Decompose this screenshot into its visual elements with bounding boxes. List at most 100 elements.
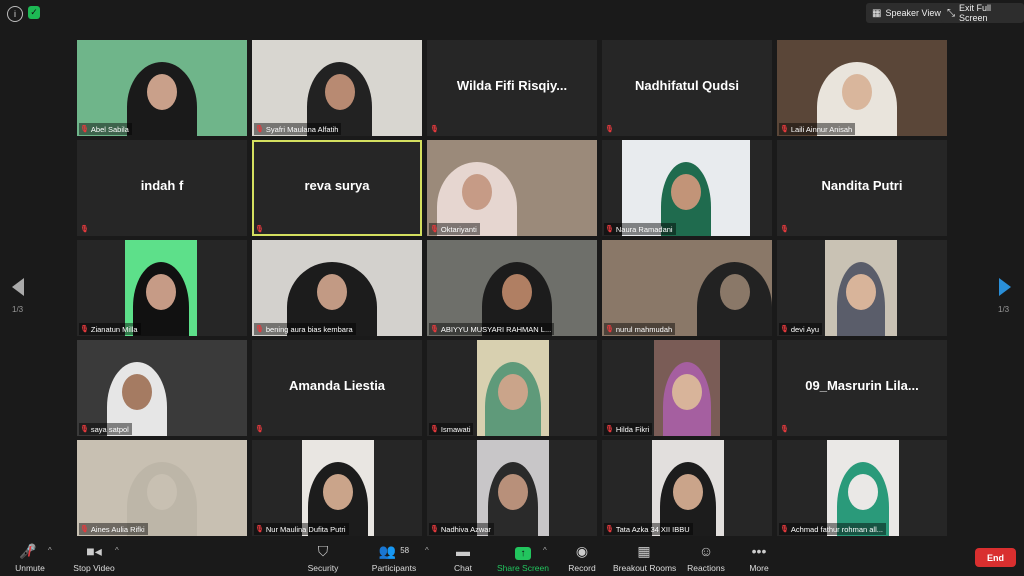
participant-tile[interactable]: 🎙︎ Zianatun Milla [77,240,247,336]
breakout-rooms-label: Breakout Rooms [613,563,677,573]
participant-name: Ismawati [440,424,471,434]
participant-tile[interactable]: 🎙︎ Nur Maulina Dufita Putri [252,440,422,536]
share-options-caret-icon[interactable]: ^ [543,546,547,555]
participant-tile[interactable]: 🎙︎ devi Ayu [777,240,947,336]
security-button[interactable]: ⛉ Security [303,542,343,573]
participant-name-label: 🎙︎ [79,223,92,235]
end-meeting-button[interactable]: End [975,548,1016,567]
participant-display-name: Wilda Fifi Risqiy... [456,78,568,93]
participant-face [462,174,492,210]
chat-label: Chat [454,563,472,573]
next-page-arrow-icon[interactable] [999,278,1011,296]
participant-tile[interactable]: 🎙︎ Laili Ainnur Anisah [777,40,947,136]
participants-button[interactable]: 👥 58 Participants [368,542,420,573]
participant-name-label: 🎙︎ bening aura bias kembara [254,323,356,335]
unmute-button[interactable]: 🎤/ Unmute [10,542,50,573]
muted-microphone-icon: 🎙︎ [80,526,89,533]
participant-name-label: 🎙︎ Ismawati [429,423,474,435]
participant-name: Naura Ramadani [615,224,673,234]
participant-tile[interactable]: 🎙︎ ABIYYU MUSYARI RAHMAN L... [427,240,597,336]
participants-label: Participants [371,563,417,573]
participant-tile[interactable]: 🎙︎ Hilda Fikri [602,340,772,436]
speaker-view-button[interactable]: ▦ Speaker View [866,3,947,23]
participant-tile[interactable]: 🎙︎ Aines Aulia Rifki [77,440,247,536]
participant-display-name: Amanda Liestia [288,378,386,393]
page-indicator-left: 1/3 [12,305,24,314]
muted-microphone-icon: 🎙︎ [430,226,439,233]
participant-name: ABIYYU MUSYARI RAHMAN L... [440,324,552,334]
participant-tile[interactable]: 🎙︎ Ismawati [427,340,597,436]
participant-face [147,474,177,510]
participant-video [777,40,947,136]
info-icon[interactable]: i [7,6,23,22]
audio-options-caret-icon[interactable]: ^ [48,546,52,555]
participant-tile[interactable]: reva surya 🎙︎ [252,140,422,236]
breakout-rooms-button[interactable]: ▦ Breakout Rooms [613,542,677,573]
reactions-button[interactable]: ☺ Reactions [686,542,726,573]
participant-name-label: 🎙︎ [254,223,267,235]
more-button[interactable]: ••• More [744,542,774,573]
participant-display-name: indah f [140,178,184,193]
participant-tile[interactable]: Amanda Liestia 🎙︎ [252,340,422,436]
participant-name: bening aura bias kembara [265,324,353,334]
security-shield-icon: ⛉ [317,543,329,559]
muted-microphone-icon: 🎙︎ [430,326,439,333]
stop-video-button[interactable]: ■◂ Stop Video [70,542,118,573]
participant-tile[interactable]: Wilda Fifi Risqiy... 🎙︎ [427,40,597,136]
muted-microphone-icon: 🎙︎ [605,126,614,133]
muted-microphone-icon: 🎙︎ [430,426,439,433]
exit-full-screen-label: Exit Full Screen [959,3,992,23]
muted-microphone-icon: 🎙︎ [255,526,264,533]
previous-page-arrow-icon[interactable] [12,278,24,296]
participant-video [827,440,899,536]
participant-face [846,274,876,310]
participant-tile[interactable]: 🎙︎ nurul mahmudah [602,240,772,336]
participant-name: Aines Aulia Rifki [90,524,145,534]
participant-tile[interactable]: 🎙︎ Nadhiva Azwar [427,440,597,536]
page-indicator-right: 1/3 [998,305,1010,314]
participant-face [122,374,152,410]
participant-name: saya satpol [90,424,129,434]
participant-tile[interactable]: 🎙︎ bening aura bias kembara [252,240,422,336]
muted-microphone-icon: 🎙︎ [80,126,89,133]
participant-tile[interactable]: 09_Masrurin Lila... 🎙︎ [777,340,947,436]
participant-name-label: 🎙︎ Tata Azka 34 XII IBBU [604,523,693,535]
muted-microphone-icon: 🎙︎ [255,326,264,333]
participant-tile[interactable]: 🎙︎ Oktariyanti [427,140,597,236]
participant-face [317,274,347,310]
encryption-shield-icon[interactable]: ✓ [28,6,40,19]
participant-tile[interactable]: 🎙︎ Naura Ramadani [602,140,772,236]
participant-face [848,474,878,510]
participant-name: Hilda Fikri [615,424,650,434]
participant-name: devi Ayu [790,324,820,334]
participant-tile[interactable]: 🎙︎ Tata Azka 34 XII IBBU [602,440,772,536]
participant-video [622,140,750,236]
participant-name: Laili Ainnur Anisah [790,124,853,134]
participant-tile[interactable]: Nandita Putri 🎙︎ [777,140,947,236]
video-options-caret-icon[interactable]: ^ [115,546,119,555]
gallery-grid: 🎙︎ Abel Sabila 🎙︎ Syafri Maulana Alfatih Wil… [77,40,948,536]
muted-microphone-icon: 🎙︎ [80,326,89,333]
participant-tile[interactable]: 🎙︎ Achmad fathur rohman all... [777,440,947,536]
participant-tile[interactable]: 🎙︎ Abel Sabila [77,40,247,136]
exit-full-screen-button[interactable]: ⤡ Exit Full Screen [941,3,1024,23]
participant-tile[interactable]: 🎙︎ Syafri Maulana Alfatih [252,40,422,136]
participant-name: Oktariyanti [440,224,477,234]
participant-name-label: 🎙︎ [604,123,617,135]
participant-video [825,240,897,336]
record-button[interactable]: ◉ Record [566,542,598,573]
participant-video [77,40,247,136]
participant-tile[interactable]: indah f 🎙︎ [77,140,247,236]
participants-caret-icon[interactable]: ^ [425,546,429,555]
share-screen-icon: ↑ [497,542,549,560]
participant-name: Tata Azka 34 XII IBBU [615,524,690,534]
chat-button[interactable]: ▬ Chat [448,542,478,573]
share-screen-button[interactable]: ↑ Share Screen [497,542,549,573]
participant-tile[interactable]: Nadhifatul Qudsi 🎙︎ [602,40,772,136]
participants-count: 58 [400,546,410,555]
participant-tile[interactable]: 🎙︎ saya satpol [77,340,247,436]
muted-microphone-icon: 🎙︎ [780,526,789,533]
more-dots-icon: ••• [751,543,767,559]
reactions-label: Reactions [687,563,725,573]
participant-face [147,74,177,110]
